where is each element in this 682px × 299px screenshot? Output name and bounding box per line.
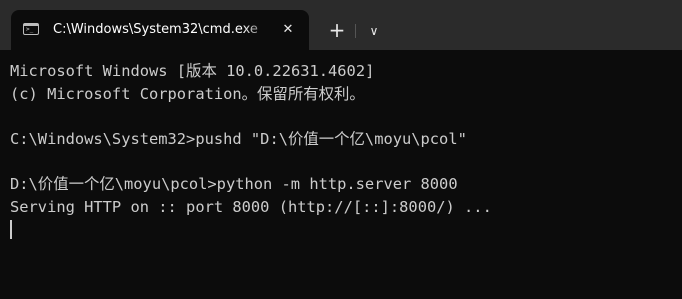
title-bar[interactable]: >_ C:\Windows\System32\cmd.exe ✕ + ∨ — [0, 0, 682, 50]
toolbar-divider — [355, 24, 356, 38]
tab-cmd[interactable]: >_ C:\Windows\System32\cmd.exe ✕ — [11, 10, 309, 50]
terminal-line: (c) Microsoft Corporation。保留所有权利。 — [10, 84, 365, 103]
terminal-output[interactable]: Microsoft Windows [版本 10.0.22631.4602] (… — [0, 50, 682, 299]
close-icon[interactable]: ✕ — [278, 20, 298, 40]
terminal-line: Serving HTTP on :: port 8000 (http://[::… — [10, 197, 492, 216]
terminal-line: D:\价值一个亿\moyu\pcol>python -m http.server… — [10, 174, 458, 193]
text-cursor — [10, 220, 12, 240]
chevron-down-icon[interactable]: ∨ — [362, 18, 386, 44]
terminal-icon-glyph: >_ — [26, 26, 34, 33]
terminal-icon: >_ — [23, 23, 39, 35]
terminal-window: >_ C:\Windows\System32\cmd.exe ✕ + ∨ Mic… — [0, 0, 682, 299]
terminal-line: C:\Windows\System32>pushd "D:\价值一个亿\moyu… — [10, 129, 467, 148]
terminal-line: Microsoft Windows [版本 10.0.22631.4602] — [10, 62, 375, 80]
new-tab-button[interactable]: + — [324, 18, 350, 44]
terminal-input-line[interactable] — [10, 218, 682, 241]
tab-title: C:\Windows\System32\cmd.exe — [53, 22, 258, 37]
